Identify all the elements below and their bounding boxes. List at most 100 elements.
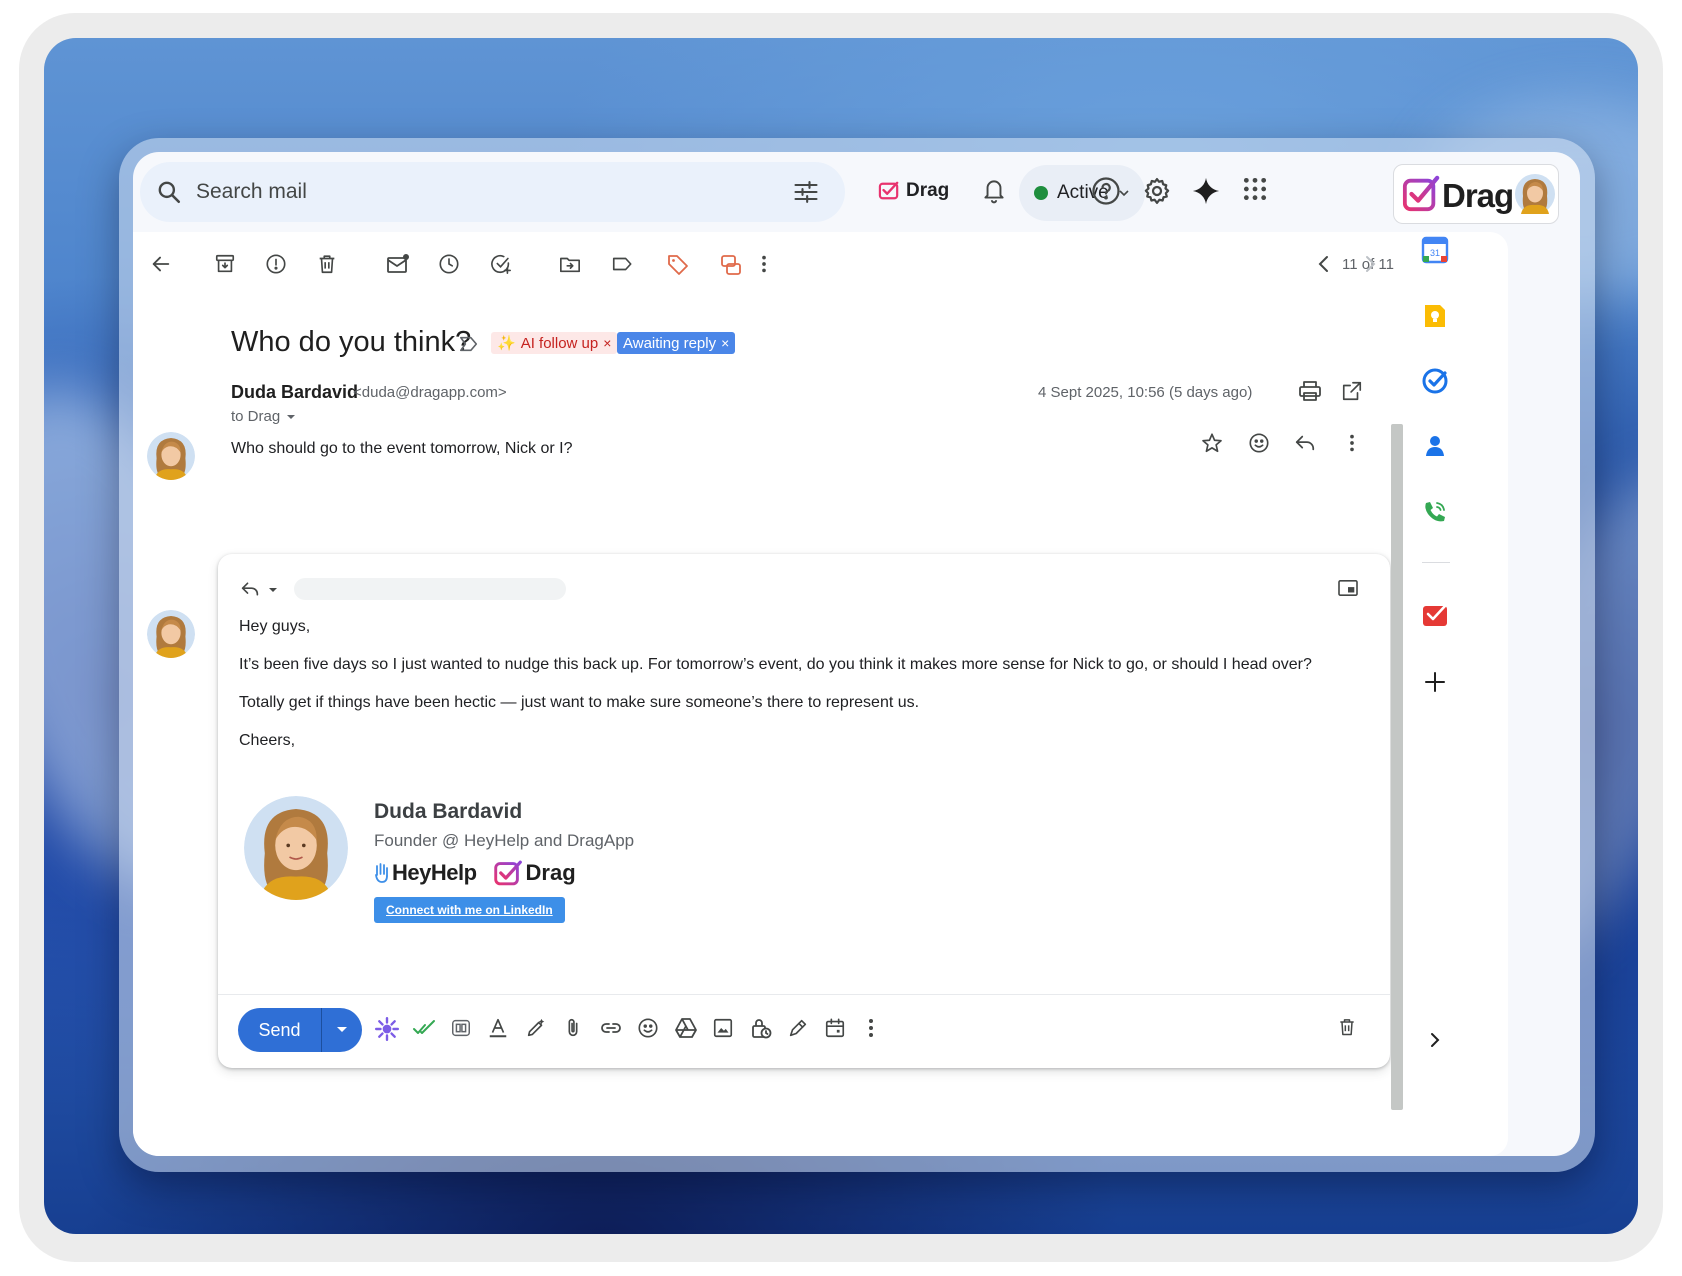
label-chip-text: AI follow up — [520, 334, 599, 352]
notifications-bell-icon[interactable] — [981, 176, 1007, 204]
drag-brand-logo-icon — [1402, 175, 1440, 212]
label-icon[interactable] — [610, 253, 634, 275]
sender-avatar[interactable] — [147, 432, 195, 480]
side-panel-divider — [1422, 562, 1450, 563]
template-icon[interactable] — [450, 1016, 472, 1040]
more-options-icon[interactable] — [864, 1016, 878, 1040]
older-chevron-right-icon[interactable] — [1360, 253, 1380, 275]
drag-check-logo-icon — [493, 860, 522, 886]
newer-chevron-left-icon[interactable] — [1314, 253, 1334, 275]
drag-logo[interactable]: Drag — [493, 860, 576, 886]
google-drive-icon[interactable] — [674, 1016, 698, 1040]
recipients-toggle[interactable]: to Drag — [231, 408, 296, 425]
google-voice-phone-icon[interactable] — [1421, 498, 1449, 526]
status-selector[interactable]: Active — [1019, 165, 1145, 221]
drag-logo-icon — [878, 181, 899, 200]
get-addons-plus-icon[interactable] — [1421, 668, 1449, 696]
send-options-button[interactable] — [322, 1008, 362, 1052]
drag-brand-label: Drag — [1442, 177, 1514, 214]
insert-emoji-icon[interactable] — [637, 1016, 659, 1040]
back-arrow-icon[interactable] — [150, 253, 172, 275]
apps-grid-icon[interactable] — [1242, 176, 1268, 202]
reply-recipients-field[interactable] — [294, 578, 566, 600]
drag-brand-account[interactable]: Drag — [1393, 164, 1559, 224]
search-icon[interactable] — [156, 179, 182, 205]
reply-compose-box[interactable]: Hey guys, It’s been five days so I just … — [218, 554, 1390, 1068]
insert-link-icon[interactable] — [599, 1016, 623, 1040]
drag-logo-text: Drag — [525, 860, 576, 885]
reply-type-icon[interactable] — [240, 580, 260, 598]
label-chip-ai-follow-up[interactable]: ✨ AI follow up × — [491, 332, 618, 354]
sender-email: <duda@dragapp.com> — [353, 384, 507, 401]
print-icon[interactable] — [1298, 380, 1322, 402]
label-chip-text: Awaiting reply — [623, 334, 717, 352]
google-tasks-icon[interactable] — [1421, 367, 1449, 395]
compose-divider — [218, 994, 1390, 995]
emoji-react-icon[interactable] — [1248, 432, 1270, 454]
send-button-group[interactable]: Send — [238, 1008, 362, 1052]
drag-convert-icon[interactable] — [719, 253, 743, 277]
help-icon[interactable] — [1091, 176, 1121, 206]
gmail-window: Drag Active Drag 11 of 11 Who do you thi… — [133, 152, 1580, 1156]
reply-greeting[interactable]: Hey guys, — [239, 618, 310, 636]
signature-logos: HeyHelp Drag — [374, 860, 576, 886]
search-options-icon[interactable] — [792, 178, 820, 206]
reply-type-caret-icon[interactable] — [268, 586, 278, 594]
drag-button[interactable]: Drag — [878, 176, 949, 206]
confidential-mode-icon[interactable] — [749, 1016, 773, 1040]
signature-pen-icon[interactable] — [787, 1016, 809, 1040]
message-more-icon[interactable] — [1345, 432, 1359, 454]
caret-down-icon — [337, 1027, 347, 1032]
search-bar[interactable] — [140, 162, 845, 222]
drag-addon-icon[interactable] — [1421, 602, 1449, 630]
reply-closing[interactable]: Cheers, — [239, 732, 295, 750]
reply-arrow-icon[interactable] — [1294, 432, 1316, 454]
report-spam-icon[interactable] — [265, 253, 287, 275]
move-to-icon[interactable] — [559, 253, 581, 275]
signature-name: Duda Bardavid — [374, 800, 523, 823]
open-new-window-icon[interactable] — [1341, 380, 1363, 402]
expand-side-panel-chevron-icon[interactable] — [1426, 1030, 1444, 1050]
attach-paperclip-icon[interactable] — [562, 1016, 584, 1040]
mark-unread-icon[interactable] — [386, 253, 410, 275]
linkedin-connect-link[interactable]: Connect with me on LinkedIn — [374, 897, 565, 923]
gemini-sparkle-icon[interactable] — [1191, 176, 1221, 206]
settings-gear-icon[interactable] — [1142, 176, 1172, 206]
reply-paragraph-2[interactable]: Totally get if things have been hectic —… — [239, 694, 919, 712]
google-contacts-icon[interactable] — [1421, 432, 1449, 460]
drag-tag-icon[interactable] — [666, 253, 690, 277]
snooze-clock-icon[interactable] — [438, 253, 460, 275]
heyhelp-logo[interactable]: HeyHelp — [374, 860, 477, 886]
account-avatar[interactable] — [1515, 174, 1555, 214]
signature-title: Founder @ HeyHelp and DragApp — [374, 831, 635, 850]
importance-marker-icon[interactable] — [459, 335, 479, 353]
archive-icon[interactable] — [214, 253, 236, 275]
message-view: 11 of 11 Who do you think? ✨ AI follow u… — [133, 232, 1508, 1156]
label-chip-awaiting-reply[interactable]: Awaiting reply × — [617, 332, 736, 354]
ai-write-pen-icon[interactable] — [525, 1016, 547, 1040]
drag-button-label: Drag — [906, 180, 950, 201]
google-calendar-icon[interactable]: 31 — [1421, 236, 1449, 264]
reply-paragraph-1[interactable]: It’s been five days so I just wanted to … — [239, 656, 1312, 674]
remove-label-icon[interactable]: × — [603, 335, 611, 351]
heyhelp-hand-icon — [375, 863, 388, 883]
caret-down-icon — [287, 414, 296, 419]
sender-name[interactable]: Duda Bardavid — [231, 382, 358, 403]
more-vert-icon[interactable] — [757, 253, 771, 275]
star-icon[interactable] — [1201, 432, 1223, 454]
google-keep-icon[interactable] — [1421, 302, 1449, 330]
insert-photo-icon[interactable] — [712, 1016, 734, 1040]
remove-label-icon[interactable]: × — [721, 335, 729, 351]
read-receipt-check-icon[interactable] — [412, 1016, 436, 1040]
search-input[interactable] — [196, 174, 756, 210]
text-format-icon[interactable] — [487, 1016, 509, 1040]
drag-ai-sparkle-icon[interactable] — [374, 1016, 400, 1042]
discard-draft-icon[interactable] — [1337, 1016, 1357, 1038]
send-button[interactable]: Send — [238, 1008, 322, 1052]
schedule-calendar-icon[interactable] — [824, 1016, 846, 1040]
pop-out-icon[interactable] — [1337, 579, 1359, 597]
heyhelp-logo-text: HeyHelp — [392, 860, 477, 885]
scrollbar-thumb[interactable] — [1391, 424, 1403, 1110]
delete-trash-icon[interactable] — [316, 253, 338, 275]
add-task-icon[interactable] — [489, 253, 513, 275]
